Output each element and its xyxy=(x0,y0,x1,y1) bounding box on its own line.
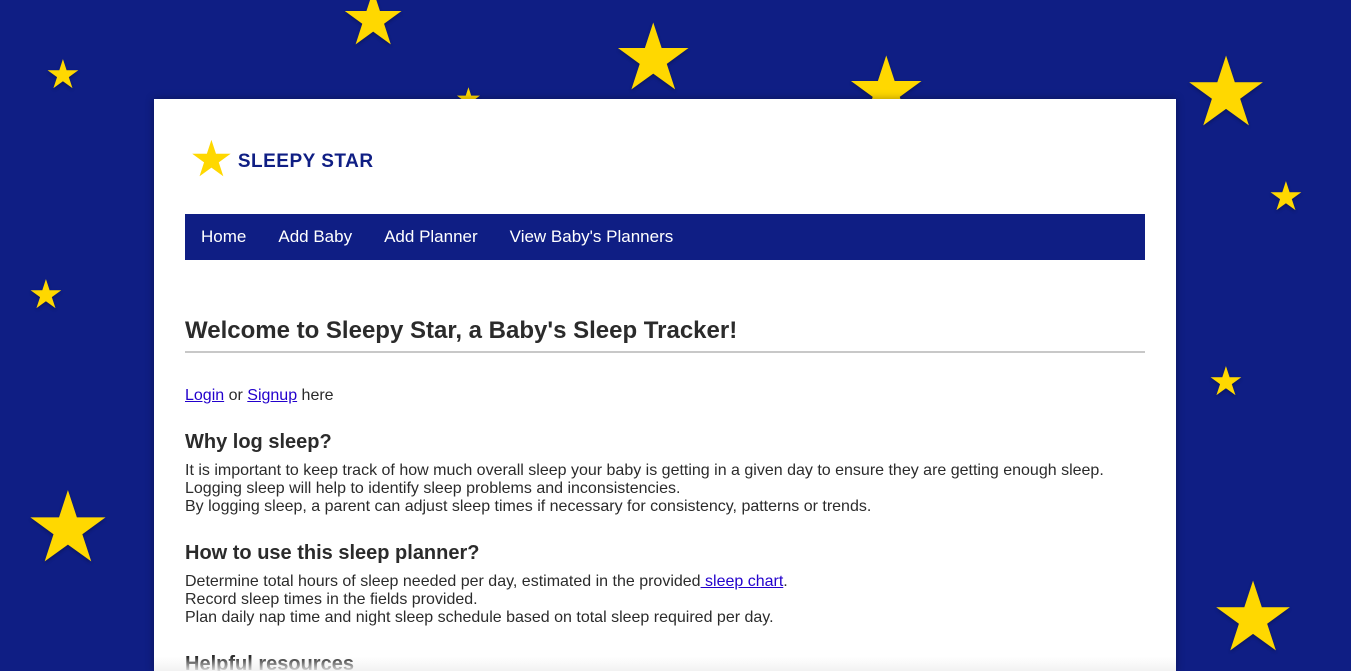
how-to-use-line: Plan daily nap time and night sleep sche… xyxy=(185,609,774,626)
background-star-icon: ★ xyxy=(612,7,695,109)
nav-item-add-baby[interactable]: Add Baby xyxy=(278,227,352,247)
how-to-use-line: Record sleep times in the fields provide… xyxy=(185,591,478,608)
auth-here-text: here xyxy=(297,387,334,404)
how-to-use-line: Determine total hours of sleep needed pe… xyxy=(185,573,1145,591)
site-logo[interactable]: ★ SLEEPY STAR xyxy=(189,134,374,184)
background-star-icon: ★ xyxy=(28,273,64,317)
why-log-sleep-line: Logging sleep will help to identify slee… xyxy=(185,480,681,497)
background-star-icon: ★ xyxy=(24,472,112,582)
background-star-icon: ★ xyxy=(340,0,407,60)
auth-line: Login or Signup here xyxy=(185,387,1145,405)
site-logo-text: SLEEPY STAR xyxy=(237,151,374,172)
nav-item-home[interactable]: Home xyxy=(201,227,246,247)
bottom-fade xyxy=(154,657,1176,671)
background-star-icon: ★ xyxy=(1268,175,1304,219)
why-log-sleep-line: It is important to keep track of how muc… xyxy=(185,462,1104,479)
background-star-icon: ★ xyxy=(1183,39,1270,146)
nav-item-view-baby-planners[interactable]: View Baby's Planners xyxy=(510,227,674,247)
how-to-use-line-text: Determine total hours of sleep needed pe… xyxy=(185,573,701,590)
section-heading-how-to-use: How to use this sleep planner? xyxy=(185,542,480,564)
why-log-sleep-line: By logging sleep, a parent can adjust sl… xyxy=(185,498,872,515)
auth-or-text: or xyxy=(224,387,248,404)
page-title: Welcome to Sleepy Star, a Baby's Sleep T… xyxy=(185,317,1145,353)
background-star-icon: ★ xyxy=(45,53,81,97)
star-icon: ★ xyxy=(189,131,234,187)
main-card: ★ SLEEPY STAR Home Add Baby Add Planner … xyxy=(154,99,1176,671)
login-link[interactable]: Login xyxy=(185,387,224,404)
how-to-use-line-suffix: . xyxy=(783,573,788,590)
background-star-icon: ★ xyxy=(1210,564,1297,671)
background-star-icon: ★ xyxy=(1208,360,1244,404)
signup-link[interactable]: Signup xyxy=(247,387,297,404)
sleep-chart-link[interactable]: sleep chart xyxy=(701,573,783,590)
section-heading-why-log-sleep: Why log sleep? xyxy=(185,431,332,453)
nav-item-add-planner[interactable]: Add Planner xyxy=(384,227,478,247)
nav-bar: Home Add Baby Add Planner View Baby's Pl… xyxy=(185,214,1145,260)
page-content: Welcome to Sleepy Star, a Baby's Sleep T… xyxy=(185,317,1145,671)
